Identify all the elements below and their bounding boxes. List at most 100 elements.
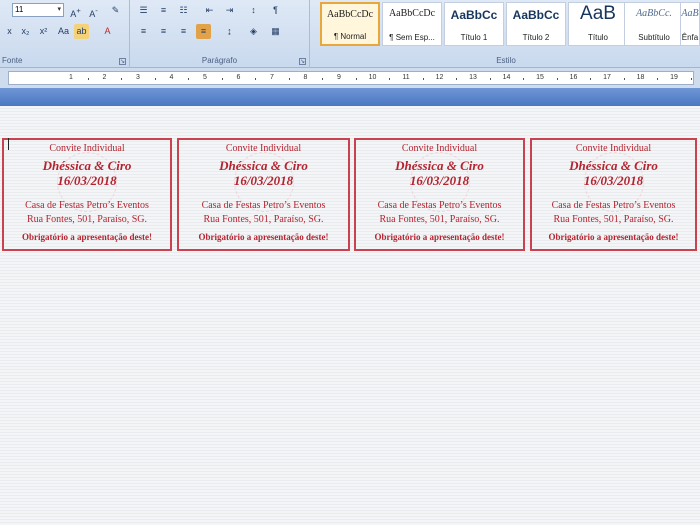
ruler-number: 19 (670, 74, 678, 81)
paragraph-group: ☰ ≡ ☷ ⇤ ⇥ ↕ ¶ ≡ ≡ ≡ ≡ ↨ ◈ ▦ Parágrafo ↘ (130, 0, 310, 68)
ruler-number: 2 (102, 74, 107, 81)
ruler-number: 3 (136, 74, 140, 81)
ruler-shadow-band (0, 88, 700, 106)
style-sample: AaB (681, 8, 699, 19)
style-sample: AaBbCc (450, 8, 498, 22)
card-venue: Casa de Festas Petro’s Eventos (551, 200, 676, 211)
card-title: Convite Individual (575, 143, 652, 154)
style-name: Título 1 (460, 33, 488, 42)
ruler-dot (188, 78, 190, 80)
ruler-number: 5 (203, 74, 207, 81)
document-page[interactable]: Convite Individual Dhéssica & Ciro 16/03/2… (0, 106, 700, 525)
ruler-dot (623, 78, 625, 80)
highlight-icon[interactable]: ab (74, 24, 89, 39)
superscript-icon[interactable]: x² (36, 24, 51, 39)
card-note: Obrigatório a apresentação deste! (374, 232, 505, 242)
strikethrough-icon[interactable]: x (2, 24, 17, 39)
ruler-bar: 1 2 3 4 5 6 7 8 9 10 11 12 13 14 15 16 17 18 19 (0, 68, 700, 88)
font-dialog-launcher-icon[interactable]: ↘ (119, 58, 126, 65)
card-note: Obrigatório a apresentação deste! (548, 232, 679, 242)
horizontal-ruler[interactable]: 1 2 3 4 5 6 7 8 9 10 11 12 13 14 15 16 17 18 19 (8, 71, 694, 85)
multilevel-list-icon[interactable]: ☷ (176, 3, 191, 18)
invitation-card[interactable]: Convite Individual Dhéssica & Ciro 16/03/2… (177, 138, 350, 251)
card-note: Obrigatório a apresentação deste! (21, 232, 153, 242)
align-left-icon[interactable]: ≡ (136, 24, 151, 39)
card-date: 16/03/2018 (233, 173, 294, 188)
card-venue: Casa de Festas Petro’s Eventos (201, 200, 326, 211)
ruler-number: 11 (402, 74, 410, 81)
ruler-dot (87, 78, 89, 80)
style-normal[interactable]: AaBbCcDc ¶ Normal (320, 2, 380, 46)
ruler-number: 14 (502, 74, 511, 81)
style-no-spacing[interactable]: AaBbCcDc ¶ Sem Esp... (382, 2, 442, 46)
card-date: 16/03/2018 (583, 173, 644, 188)
style-heading-2[interactable]: AaBbCc Título 2 (506, 2, 566, 46)
font-size-select[interactable]: 11 (12, 3, 64, 17)
bullets-icon[interactable]: ☰ (136, 3, 151, 18)
decrease-indent-icon[interactable]: ⇤ (202, 3, 217, 18)
shading-icon[interactable]: ◈ (246, 24, 261, 39)
ruler-dot (456, 78, 458, 80)
shrink-font-icon[interactable]: A- (86, 3, 101, 19)
card-address: Rua Fontes, 501, Paraíso, SG. (379, 214, 500, 225)
ruler-dot (489, 78, 491, 80)
subscript-icon[interactable]: x₂ (18, 24, 33, 39)
align-center-icon[interactable]: ≡ (156, 24, 171, 39)
paragraph-dialog-launcher-icon[interactable]: ↘ (299, 58, 306, 65)
card-names: Dhéssica & Ciro (219, 158, 308, 173)
ruler-number: 18 (636, 74, 645, 81)
card-names: Dhéssica & Ciro (42, 158, 132, 173)
ruler-number: 9 (337, 74, 341, 81)
ruler-dot (523, 78, 525, 80)
font-color-icon[interactable]: A (100, 24, 115, 39)
font-group-label: Fonte (2, 56, 23, 65)
card-title: Convite Individual (401, 143, 478, 154)
style-name: ¶ Sem Esp... (389, 33, 435, 42)
ruler-dot (322, 78, 324, 80)
ruler-dot (355, 78, 357, 80)
word-window: 11 A+ A- ✎ x x₂ x² Aa ab A Fonte ↘ ☰ ≡ ☷… (0, 0, 700, 525)
ruler-number: 8 (303, 74, 308, 81)
card-title: Convite Individual (49, 143, 125, 154)
justify-icon[interactable]: ≡ (196, 24, 211, 39)
styles-group-label: Estilo (496, 56, 516, 65)
style-title[interactable]: AaB Título (568, 2, 628, 46)
align-right-icon[interactable]: ≡ (176, 24, 191, 39)
style-emphasis[interactable]: AaB Ênfa (680, 2, 700, 46)
numbering-icon[interactable]: ≡ (156, 3, 171, 18)
clear-format-icon[interactable]: ✎ (108, 3, 123, 18)
style-heading-1[interactable]: AaBbCc Título 1 (444, 2, 504, 46)
ruler-number: 15 (536, 74, 544, 81)
invitation-card[interactable]: Convite Individual Dhéssica & Ciro 16/03/2… (354, 138, 525, 251)
card-address: Rua Fontes, 501, Paraíso, SG. (27, 214, 147, 225)
ruler-number: 17 (603, 74, 611, 81)
ruler-dot (288, 78, 290, 80)
show-marks-icon[interactable]: ¶ (268, 3, 283, 18)
ruler-number: 12 (435, 74, 444, 81)
ruler-number: 10 (368, 74, 377, 81)
styles-group: AaBbCcDc ¶ Normal AaBbCcDc ¶ Sem Esp... … (312, 0, 700, 68)
ruler-number: 6 (236, 74, 241, 81)
line-spacing-icon[interactable]: ↨ (222, 24, 237, 39)
invitation-card[interactable]: Convite Individual Dhéssica & Ciro 16/03/2… (2, 138, 172, 251)
invitation-card[interactable]: Convite Individual Dhéssica & Ciro 16/03/2… (530, 138, 697, 251)
style-sample: AaBbCc. (636, 8, 672, 19)
style-subtitle[interactable]: AaBbCc. Subtítulo (624, 2, 684, 46)
card-venue: Casa de Festas Petro’s Eventos (25, 200, 149, 211)
borders-icon[interactable]: ▦ (268, 24, 283, 39)
card-date: 16/03/2018 (409, 173, 470, 188)
grow-font-icon[interactable]: A+ (68, 3, 83, 19)
card-note: Obrigatório a apresentação deste! (198, 232, 329, 242)
change-case-icon[interactable]: Aa (56, 24, 71, 39)
text-cursor (8, 138, 9, 150)
card-address: Rua Fontes, 501, Paraíso, SG. (203, 214, 324, 225)
ruler-number: 16 (569, 74, 578, 81)
style-sample: AaB (580, 3, 616, 24)
ruler-dot (422, 78, 424, 80)
ruler-dot (121, 78, 123, 80)
font-group: 11 A+ A- ✎ x x₂ x² Aa ab A Fonte ↘ (0, 0, 130, 68)
sort-icon[interactable]: ↕ (246, 3, 261, 18)
ruler-dot (389, 78, 391, 80)
style-name: Subtítulo (638, 33, 670, 42)
increase-indent-icon[interactable]: ⇥ (222, 3, 237, 18)
